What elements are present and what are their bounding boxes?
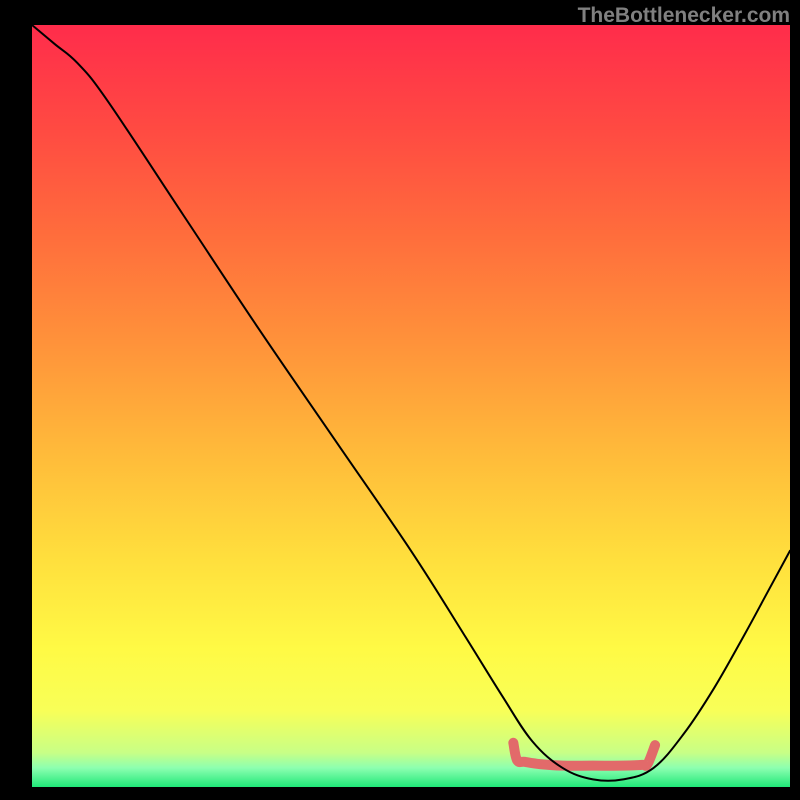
chart-svg — [0, 0, 800, 800]
plot-background — [32, 25, 790, 787]
chart-container: TheBottlenecker.com — [0, 0, 800, 800]
watermark-text: TheBottlenecker.com — [578, 4, 790, 28]
